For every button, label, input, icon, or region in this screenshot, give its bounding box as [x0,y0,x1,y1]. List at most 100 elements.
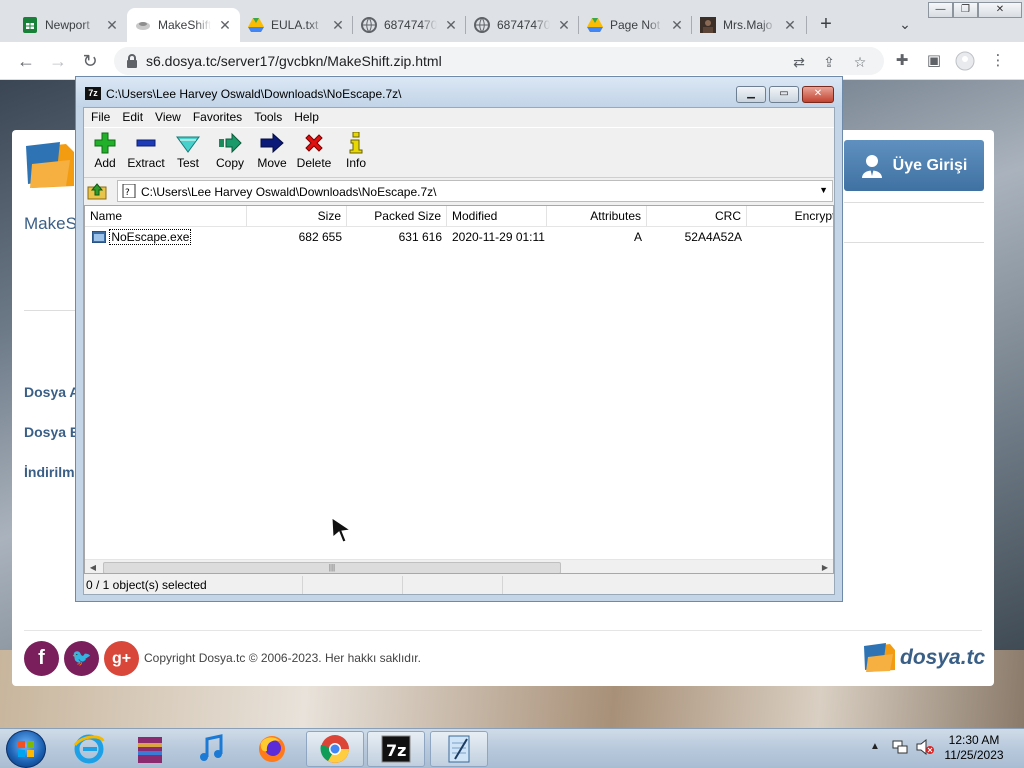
footer-brand[interactable]: dosya.tc [864,640,985,676]
move-button[interactable]: Move [251,130,293,176]
scroll-thumb[interactable]: ||| [103,562,561,573]
close-icon[interactable]: ✕ [331,17,345,34]
profile-avatar-icon[interactable] [955,51,975,71]
side-link-dosya-a[interactable]: Dosya A [24,384,80,400]
7zip-icon: 7z [85,87,101,100]
side-panel-icon[interactable]: ▣ [924,51,944,71]
dosya-logo-icon [864,643,895,672]
exe-file-icon [91,230,107,244]
tab-hex-2[interactable]: 68747470 ✕ [466,8,579,42]
7zip-client: File Edit View Favorites Tools Help Add … [83,107,835,595]
tab-eula[interactable]: EULA.txt ✕ [240,8,353,42]
table-row[interactable]: NoEscape.exe 682 655 631 616 2020-11-29 … [85,227,833,247]
address-bar[interactable]: s6.dosya.tc/server17/gvcbkn/MakeShift.zi… [114,47,884,75]
globe-icon [474,17,490,33]
mouse-cursor-icon [331,517,352,543]
toolbar: Add Extract Test Copy Move Delete Info [84,127,834,178]
tab-search-chevron-icon[interactable]: ⌄ [894,12,916,36]
maximize-button[interactable]: ❐ [953,2,978,18]
close-button[interactable]: ✕ [802,86,834,103]
menu-favorites[interactable]: Favorites [187,108,248,126]
back-button[interactable]: ← [14,49,38,73]
extract-button[interactable]: Extract [125,130,167,176]
firefox-icon[interactable] [243,731,301,767]
volume-muted-icon[interactable] [916,738,934,756]
close-icon[interactable]: ✕ [783,17,797,34]
internet-explorer-icon[interactable] [60,731,118,767]
close-icon[interactable]: ✕ [670,17,684,34]
column-name[interactable]: Name [85,206,247,227]
delete-button[interactable]: Delete [293,130,335,176]
notepad-icon[interactable] [430,731,488,767]
menu-file[interactable]: File [85,108,116,126]
winrar-icon[interactable] [121,731,179,767]
start-button[interactable] [6,730,46,768]
url-text[interactable]: s6.dosya.tc/server17/gvcbkn/MakeShift.zi… [146,53,442,69]
column-encrypted[interactable]: Encrypte [747,206,833,227]
column-modified[interactable]: Modified [447,206,547,227]
menu-help[interactable]: Help [288,108,325,126]
copy-arrow-icon [209,130,251,156]
scroll-right-icon[interactable]: ▶ [817,561,833,573]
google-plus-icon[interactable]: g+ [104,641,139,676]
close-icon[interactable]: ✕ [444,17,458,34]
clock-date: 11/25/2023 [944,748,1004,762]
7zip-taskbar-icon[interactable]: 7z [367,731,425,767]
reload-button[interactable]: ↻ [78,49,102,73]
minimize-button[interactable]: ▁ [736,86,766,103]
column-packed-size[interactable]: Packed Size [347,206,447,227]
login-button[interactable]: Üye Girişi [844,140,984,191]
menu-bar: File Edit View Favorites Tools Help [84,108,834,126]
cell-modified: 2020-11-29 01:11 [452,230,545,244]
close-icon[interactable]: ✕ [557,17,571,34]
horizontal-scrollbar[interactable]: ◀ ||| ▶ [85,559,833,573]
column-crc[interactable]: CRC [647,206,747,227]
close-icon[interactable]: ✕ [218,17,232,34]
close-icon[interactable]: ✕ [105,17,119,34]
twitter-icon[interactable]: 🐦 [64,641,99,676]
itunes-icon[interactable] [182,731,240,767]
file-list: Name Size Packed Size Modified Attribute… [84,205,834,574]
clock[interactable]: 12:30 AM 11/25/2023 [942,733,1006,763]
side-link-indirilme[interactable]: İndirilm [24,464,75,480]
tab-page-not-found[interactable]: Page Not ✕ [579,8,692,42]
extensions-icon[interactable]: ✚ [892,51,912,71]
scroll-left-icon[interactable]: ◀ [85,561,101,573]
close-button[interactable]: ✕ [978,2,1022,18]
chevron-down-icon[interactable]: ▼ [819,185,828,195]
add-button[interactable]: Add [84,130,126,176]
bookmark-star-icon[interactable]: ☆ [851,53,869,71]
cell-encrypted: - [747,227,833,247]
dosya-logo-icon [26,142,74,188]
minimize-button[interactable]: — [928,2,953,18]
cell-attributes: A [633,230,642,244]
folder-up-icon[interactable] [87,181,107,201]
maximize-button[interactable]: ▭ [769,86,799,103]
chrome-icon[interactable] [306,731,364,767]
copy-button[interactable]: Copy [209,130,251,176]
menu-view[interactable]: View [149,108,187,126]
tab-newport[interactable]: Newport ✕ [14,8,127,42]
menu-kebab-icon[interactable]: ⋮ [988,51,1008,71]
network-icon[interactable] [892,739,908,755]
thumbnail-icon [700,17,716,33]
tab-mrs-majo[interactable]: Mrs.Majo ✕ [692,8,805,42]
path-combobox[interactable]: ? C:\Users\Lee Harvey Oswald\Downloads\N… [117,180,833,202]
column-size[interactable]: Size [247,206,347,227]
menu-edit[interactable]: Edit [116,108,149,126]
7zip-titlebar[interactable]: 7z C:\Users\Lee Harvey Oswald\Downloads\… [76,77,842,107]
new-tab-button[interactable]: + [814,12,838,36]
side-link-dosya-b[interactable]: Dosya B [24,424,80,440]
forward-button[interactable]: → [46,49,70,73]
test-button[interactable]: Test [167,130,209,176]
share-icon[interactable]: ⇪ [820,53,838,71]
show-hidden-icons-chevron-icon[interactable]: ▲ [870,741,880,752]
tab-hex-1[interactable]: 68747470 ✕ [353,8,466,42]
column-attributes[interactable]: Attributes [547,206,647,227]
translate-icon[interactable]: ⇄ [790,53,808,71]
facebook-icon[interactable]: f [24,641,59,676]
info-icon [335,130,377,156]
menu-tools[interactable]: Tools [248,108,288,126]
info-button[interactable]: Info [335,130,377,176]
tab-makeshift[interactable]: MakeShift ✕ [127,8,240,42]
